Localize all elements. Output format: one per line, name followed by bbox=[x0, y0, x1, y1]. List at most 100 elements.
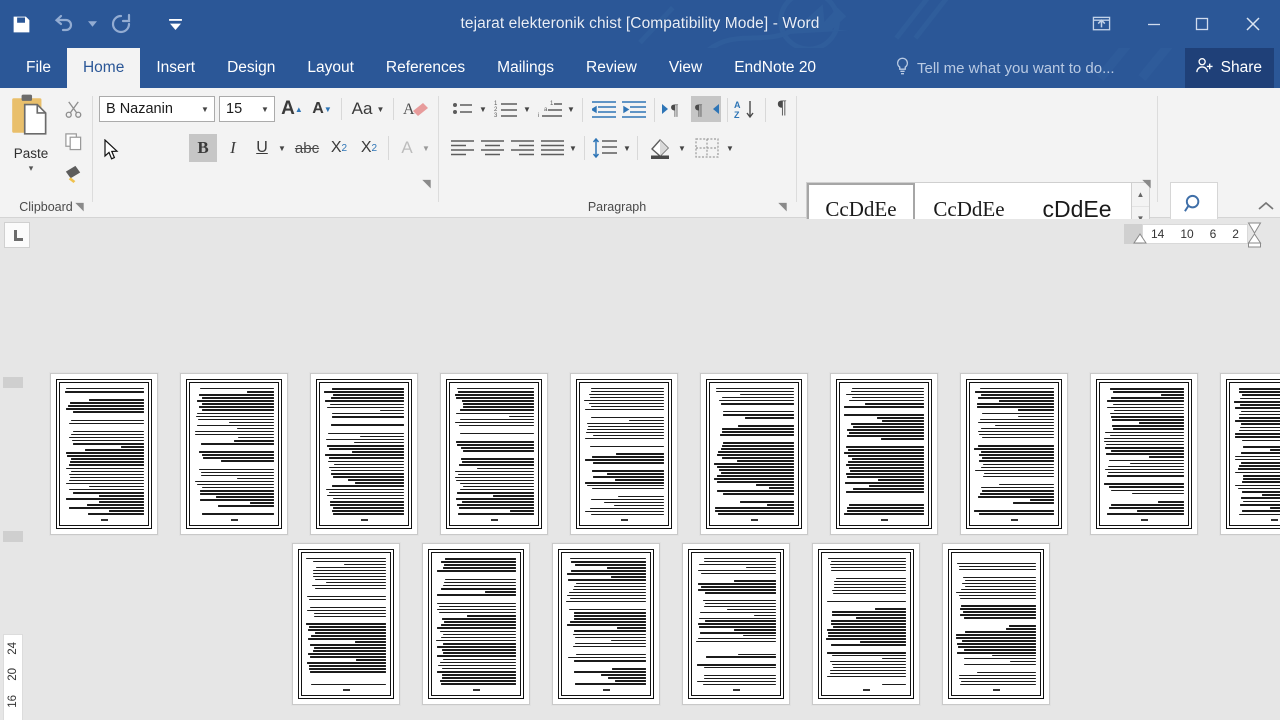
underline-chevron-down-icon[interactable]: ▼ bbox=[275, 134, 289, 162]
left-indent-marker[interactable] bbox=[1133, 231, 1147, 249]
close-icon[interactable] bbox=[1226, 0, 1280, 48]
font-size-chevron-down-icon[interactable]: ▼ bbox=[256, 105, 274, 114]
document-page-thumbnail[interactable] bbox=[960, 373, 1068, 535]
subscript-button[interactable]: X2 bbox=[325, 134, 353, 162]
numbering-icon[interactable]: 123 bbox=[491, 96, 521, 122]
text-line bbox=[982, 412, 1054, 414]
paste-button[interactable]: Paste ▾ bbox=[3, 92, 59, 204]
change-case-button[interactable]: Aa ▼ bbox=[346, 96, 390, 122]
copy-icon[interactable] bbox=[58, 126, 88, 156]
paste-caret-icon[interactable]: ▾ bbox=[29, 164, 34, 173]
save-icon[interactable] bbox=[0, 2, 42, 46]
document-page-thumbnail[interactable] bbox=[422, 543, 530, 705]
chevron-up-icon[interactable] bbox=[1258, 198, 1274, 213]
document-page-thumbnail[interactable] bbox=[682, 543, 790, 705]
styles-dialog-launcher[interactable]: ◥ bbox=[1140, 177, 1153, 190]
document-page-thumbnail[interactable] bbox=[310, 373, 418, 535]
document-page-thumbnail[interactable] bbox=[812, 543, 920, 705]
ribbon-display-options-icon[interactable] bbox=[1072, 0, 1130, 48]
grow-font-button[interactable]: A ▲ bbox=[278, 96, 306, 122]
show-formatting-marks-icon[interactable]: ¶ bbox=[769, 94, 795, 122]
borders-chevron-down-icon[interactable]: ▼ bbox=[724, 134, 736, 162]
document-page-thumbnail[interactable] bbox=[292, 543, 400, 705]
shading-icon[interactable] bbox=[644, 134, 676, 162]
rtl-text-direction-icon[interactable]: ¶ bbox=[691, 96, 721, 122]
cut-scissors-icon[interactable] bbox=[58, 94, 88, 124]
document-page-thumbnail[interactable] bbox=[570, 373, 678, 535]
multilevel-chevron-down-icon[interactable]: ▼ bbox=[565, 96, 577, 122]
justify-chevron-down-icon[interactable]: ▼ bbox=[567, 134, 579, 162]
underline-button[interactable]: U bbox=[249, 134, 275, 162]
tab-view[interactable]: View bbox=[653, 48, 718, 88]
font-size-combobox[interactable]: 15 ▼ bbox=[219, 96, 275, 122]
document-page-thumbnail[interactable] bbox=[942, 543, 1050, 705]
align-center-icon[interactable] bbox=[477, 134, 507, 162]
multilevel-list-icon[interactable]: 1ai bbox=[535, 96, 565, 122]
restore-icon[interactable] bbox=[1178, 0, 1226, 48]
text-effects-button[interactable]: A bbox=[393, 134, 421, 162]
minimize-icon[interactable] bbox=[1130, 0, 1178, 48]
decrease-indent-icon[interactable] bbox=[589, 96, 619, 122]
document-page-thumbnail[interactable] bbox=[700, 373, 808, 535]
bold-button[interactable]: B bbox=[189, 134, 217, 162]
document-page-thumbnail[interactable] bbox=[830, 373, 938, 535]
superscript-button[interactable]: X2 bbox=[355, 134, 383, 162]
sort-icon[interactable]: AZ bbox=[731, 96, 761, 122]
text-line bbox=[766, 504, 794, 506]
quick-access-toolbar[interactable] bbox=[0, 0, 202, 48]
document-page-thumbnail[interactable] bbox=[440, 373, 548, 535]
borders-icon[interactable] bbox=[691, 134, 723, 162]
tab-layout[interactable]: Layout bbox=[291, 48, 370, 88]
text-effects-chevron-down-icon[interactable]: ▼ bbox=[420, 134, 432, 162]
shading-chevron-down-icon[interactable]: ▼ bbox=[676, 134, 688, 162]
ltr-text-direction-icon[interactable]: ¶ bbox=[659, 96, 689, 122]
line-spacing-chevron-down-icon[interactable]: ▼ bbox=[621, 134, 633, 162]
font-dialog-launcher[interactable]: ◥ bbox=[420, 177, 433, 190]
document-page-thumbnail[interactable] bbox=[50, 373, 158, 535]
font-name-chevron-down-icon[interactable]: ▼ bbox=[196, 105, 214, 114]
right-indent-marker[interactable] bbox=[1247, 222, 1262, 253]
justify-icon[interactable] bbox=[537, 134, 567, 162]
paragraph-dialog-launcher[interactable]: ◥ bbox=[776, 200, 789, 213]
document-page-thumbnail[interactable] bbox=[180, 373, 288, 535]
horizontal-ruler[interactable]: 14 10 6 2 bbox=[1142, 224, 1248, 244]
undo-dropdown-icon[interactable] bbox=[84, 2, 100, 46]
shrink-font-button[interactable]: A ▼ bbox=[308, 96, 336, 122]
text-line bbox=[964, 617, 1036, 619]
tab-stop-selector[interactable] bbox=[4, 222, 30, 248]
document-canvas[interactable]: 4 8 12 16 20 24 bbox=[0, 251, 1280, 720]
tab-design[interactable]: Design bbox=[211, 48, 291, 88]
text-line bbox=[309, 626, 386, 628]
bullets-chevron-down-icon[interactable]: ▼ bbox=[477, 96, 489, 122]
clear-formatting-icon[interactable]: A bbox=[399, 96, 433, 122]
clipboard-dialog-launcher[interactable]: ◥ bbox=[73, 200, 86, 213]
document-page-thumbnail[interactable] bbox=[1220, 373, 1280, 535]
tab-references[interactable]: References bbox=[370, 48, 481, 88]
italic-button[interactable]: I bbox=[219, 134, 247, 162]
undo-icon[interactable] bbox=[42, 2, 84, 46]
line-spacing-icon[interactable] bbox=[589, 134, 621, 162]
tab-review[interactable]: Review bbox=[570, 48, 653, 88]
bullets-icon[interactable] bbox=[449, 96, 477, 122]
tab-file[interactable]: File bbox=[10, 48, 67, 88]
numbering-chevron-down-icon[interactable]: ▼ bbox=[521, 96, 533, 122]
vertical-ruler[interactable]: 4 8 12 16 20 24 bbox=[3, 634, 23, 720]
tab-list[interactable]: File Home Insert Design Layout Reference… bbox=[10, 48, 832, 88]
tab-insert[interactable]: Insert bbox=[140, 48, 211, 88]
strikethrough-button[interactable]: abc bbox=[291, 134, 323, 162]
format-painter-icon[interactable] bbox=[58, 158, 88, 188]
tab-mailings[interactable]: Mailings bbox=[481, 48, 570, 88]
share-button[interactable]: Share bbox=[1184, 48, 1274, 88]
document-page-thumbnail[interactable] bbox=[552, 543, 660, 705]
window-controls[interactable] bbox=[1072, 0, 1280, 48]
increase-indent-icon[interactable] bbox=[619, 96, 649, 122]
align-right-icon[interactable] bbox=[507, 134, 537, 162]
tell-me-search[interactable]: Tell me what you want to do... bbox=[895, 48, 1115, 88]
tab-home[interactable]: Home bbox=[66, 48, 141, 88]
document-page-thumbnail[interactable] bbox=[1090, 373, 1198, 535]
font-name-combobox[interactable]: B Nazanin ▼ bbox=[99, 96, 215, 122]
align-left-icon[interactable] bbox=[447, 134, 477, 162]
redo-icon[interactable] bbox=[100, 2, 142, 46]
tab-endnote-20[interactable]: EndNote 20 bbox=[718, 48, 832, 88]
customize-qat-icon[interactable] bbox=[148, 2, 202, 46]
